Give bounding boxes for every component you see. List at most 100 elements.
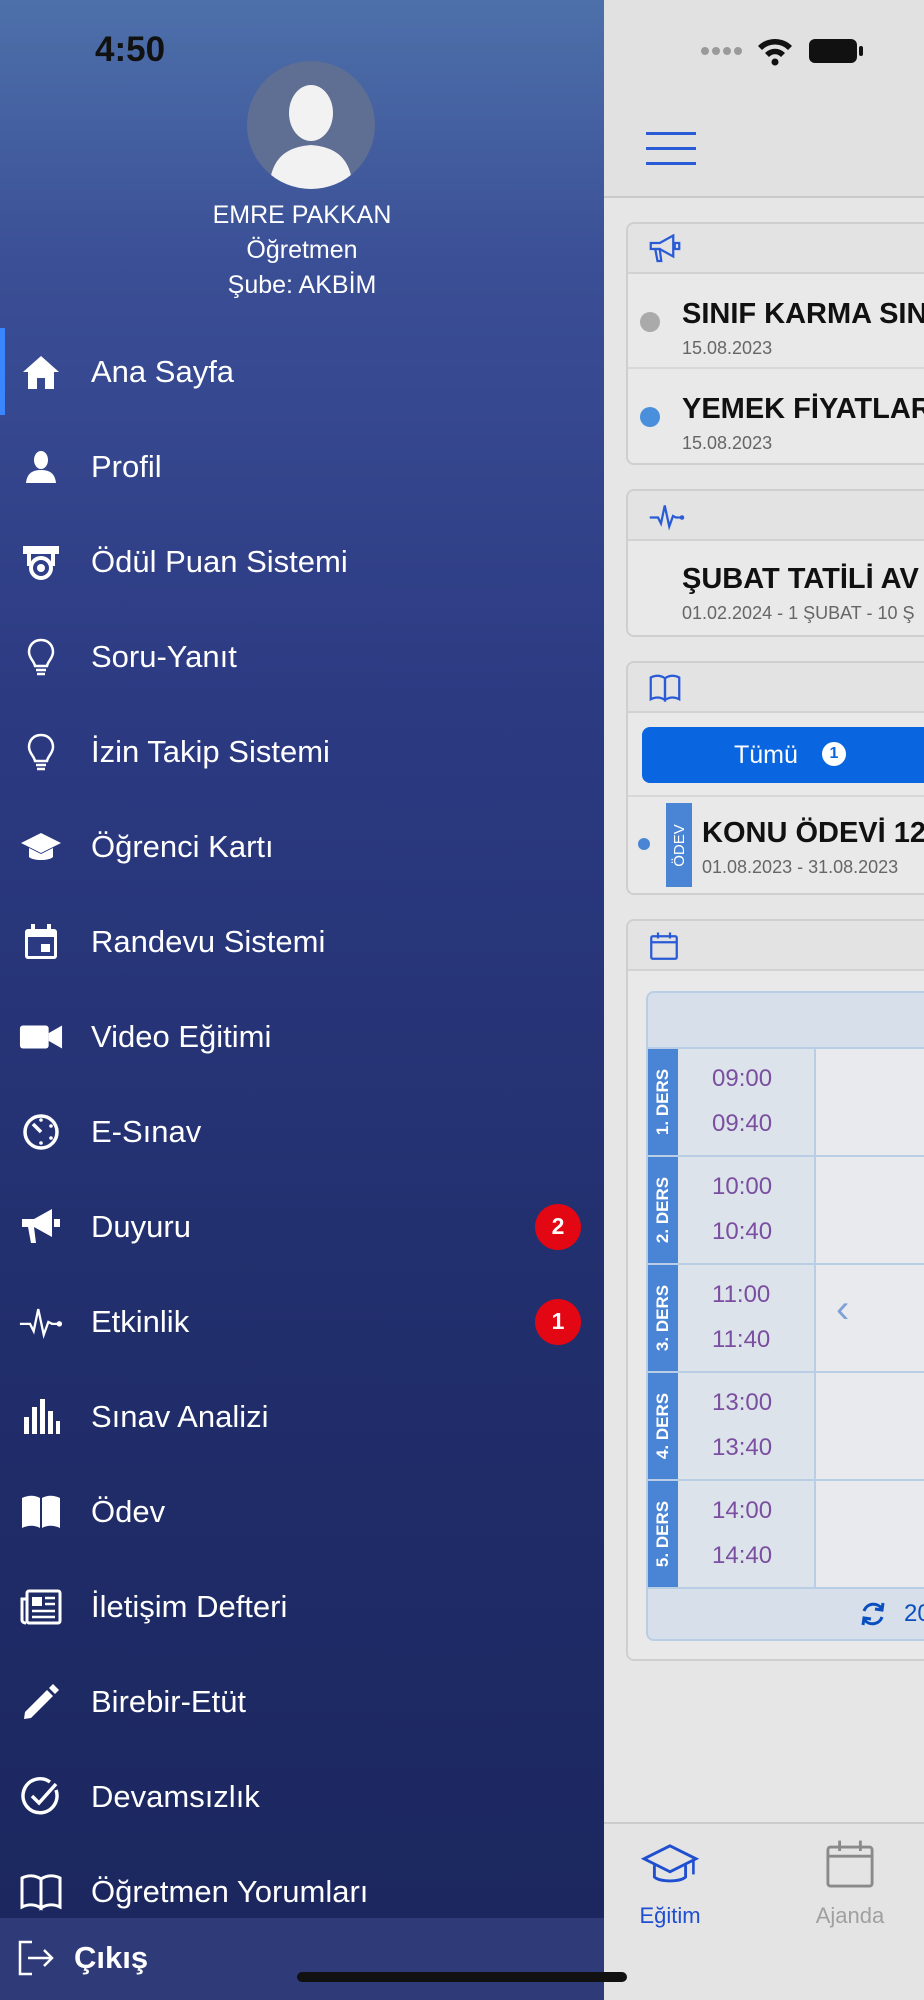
schedule-date: 20 [904, 1600, 924, 1627]
check-circle-icon [19, 1775, 63, 1819]
navigation-drawer: 4:50 EMRE PAKKAN Öğretmen Şube: AKBİM An… [0, 0, 604, 2000]
lesson-end: 13:40 [712, 1434, 773, 1461]
menu-item-devamsizlik[interactable]: Devamsızlık [0, 1749, 604, 1844]
hamburger-menu-button[interactable] [646, 132, 696, 165]
homework-type-tag: ÖDEV [666, 803, 692, 887]
profile-role: Öğretmen [246, 236, 358, 264]
lesson-schedule: 1. DERS 09:00 09:40 2. DERS 10:00 10:40 … [646, 991, 924, 1641]
lesson-row[interactable]: 5. DERS 14:00 14:40 [648, 1481, 924, 1589]
menu-item-profil[interactable]: Profil [0, 419, 604, 514]
schedule-header [648, 993, 924, 1049]
menu-item-sinav-analizi[interactable]: Sınav Analizi [0, 1369, 604, 1464]
card-header [628, 491, 924, 541]
status-dot [640, 312, 660, 332]
lesson-label: 2. DERS [648, 1157, 678, 1263]
menu-label: İzin Takip Sistemi [91, 733, 330, 769]
megaphone-icon [19, 1205, 63, 1249]
events-card: ŞUBAT TATİLİ AV 01.02.2024 - 1 ŞUBAT - 1… [626, 489, 924, 637]
announcement-title: SINIF KARMA SIN [682, 298, 924, 330]
menu-label: Profil [91, 448, 162, 484]
menu-label: Duyuru [91, 1208, 191, 1244]
logout-icon [14, 1936, 58, 1980]
previous-day-button[interactable]: ‹ [836, 1287, 849, 1332]
status-dot [638, 838, 650, 850]
logout-label: Çıkış [74, 1940, 149, 1975]
menu-item-odev[interactable]: Ödev [0, 1464, 604, 1559]
activity-icon [19, 1300, 63, 1344]
lesson-label: 4. DERS [648, 1373, 678, 1479]
menu-item-soru-yanit[interactable]: Soru-Yanıt [0, 609, 604, 704]
logout-button[interactable]: Çıkış [0, 1918, 604, 2000]
list-item[interactable]: YEMEK FİYATLAR 15.08.2023 [628, 369, 924, 463]
homework-filter-row: Tümü 1 [628, 713, 924, 797]
menu-item-odul-puan-sistemi[interactable]: Ödül Puan Sistemi [0, 514, 604, 609]
event-title: ŞUBAT TATİLİ AV [682, 563, 919, 595]
filter-all-count: 1 [822, 742, 846, 766]
status-icons [700, 36, 864, 66]
lesson-row[interactable]: 4. DERS 13:00 13:40 [648, 1373, 924, 1481]
lesson-start: 09:00 [712, 1065, 773, 1092]
list-item[interactable]: ŞUBAT TATİLİ AV 01.02.2024 - 1 ŞUBAT - 1… [628, 541, 924, 635]
list-item[interactable]: SINIF KARMA SIN 15.08.2023 [628, 274, 924, 369]
menu-item-video-egitimi[interactable]: Video Eğitimi [0, 989, 604, 1084]
avatar[interactable] [247, 61, 375, 189]
duyuru-badge: 2 [535, 1203, 581, 1250]
menu-item-ogrenci-karti[interactable]: Öğrenci Kartı [0, 799, 604, 894]
event-date: 01.02.2024 - 1 ŞUBAT - 10 Ş [682, 603, 915, 623]
etkinlik-badge: 1 [535, 1298, 581, 1345]
timer-icon [19, 1110, 63, 1154]
drawer-menu: Ana Sayfa Profil Ödül Puan Sistemi Soru-… [0, 324, 604, 1939]
menu-item-etkinlik[interactable]: Etkinlik 1 [0, 1274, 604, 1369]
book-icon [648, 673, 682, 708]
lesson-start: 14:00 [712, 1497, 773, 1524]
newspaper-icon [19, 1585, 63, 1629]
menu-item-e-sinav[interactable]: E-Sınav [0, 1084, 604, 1179]
video-camera-icon [19, 1015, 63, 1059]
lightbulb-icon [19, 635, 63, 679]
tab-egitim[interactable]: Eğitim [610, 1838, 730, 1929]
filter-all-label: Tümü [734, 741, 798, 769]
menu-item-iletisim-defteri[interactable]: İletişim Defteri [0, 1559, 604, 1654]
lesson-start: 13:00 [712, 1389, 773, 1416]
menu-item-randevu-sistemi[interactable]: Randevu Sistemi [0, 894, 604, 989]
card-header [628, 921, 924, 971]
filter-all-button[interactable]: Tümü 1 [642, 727, 924, 783]
graduation-cap-icon [19, 825, 63, 869]
menu-label: İletişim Defteri [91, 1588, 288, 1624]
menu-item-izin-takip-sistemi[interactable]: İzin Takip Sistemi [0, 704, 604, 799]
top-bar [604, 0, 924, 198]
card-header [628, 663, 924, 713]
lesson-times: 14:00 14:40 [678, 1481, 816, 1587]
lesson-times: 13:00 13:40 [678, 1373, 816, 1479]
menu-label: Öğretmen Yorumları [91, 1873, 369, 1909]
menu-label: Ana Sayfa [91, 353, 235, 389]
calendar-icon [19, 920, 63, 964]
lesson-row[interactable]: 1. DERS 09:00 09:40 [648, 1049, 924, 1157]
menu-item-birebir-etut[interactable]: Birebir-Etüt [0, 1654, 604, 1749]
home-icon [19, 350, 63, 394]
homework-card: Tümü 1 ÖDEV KONU ÖDEVİ 12. 01.08.2023 - … [626, 661, 924, 895]
menu-item-duyuru[interactable]: Duyuru 2 [0, 1179, 604, 1274]
menu-label: Devamsızlık [91, 1778, 260, 1814]
menu-label: Öğrenci Kartı [91, 828, 274, 864]
open-book-icon [19, 1870, 63, 1914]
lightbulb-icon [19, 730, 63, 774]
status-dot [640, 407, 660, 427]
refresh-icon[interactable] [858, 1599, 888, 1634]
list-item[interactable]: ÖDEV KONU ÖDEVİ 12. 01.08.2023 - 31.08.2… [628, 797, 924, 893]
menu-item-ana-sayfa[interactable]: Ana Sayfa [0, 324, 604, 419]
wifi-icon [758, 38, 792, 66]
lesson-row[interactable]: 2. DERS 10:00 10:40 [648, 1157, 924, 1265]
tab-ajanda[interactable]: Ajanda [790, 1838, 910, 1929]
calendar-icon [826, 1840, 874, 1888]
battery-icon [809, 39, 863, 63]
lesson-row[interactable]: 3. DERS 11:00 11:40 ‹ [648, 1265, 924, 1373]
announcement-title: YEMEK FİYATLAR [682, 393, 924, 425]
profile-name: EMRE PAKKAN [212, 201, 392, 229]
bar-chart-icon [19, 1395, 63, 1439]
schedule-card: 1. DERS 09:00 09:40 2. DERS 10:00 10:40 … [626, 919, 924, 1661]
menu-label: Ödev [91, 1493, 166, 1529]
menu-label: Randevu Sistemi [91, 923, 326, 959]
lesson-times: 10:00 10:40 [678, 1157, 816, 1263]
activity-icon [648, 501, 686, 536]
